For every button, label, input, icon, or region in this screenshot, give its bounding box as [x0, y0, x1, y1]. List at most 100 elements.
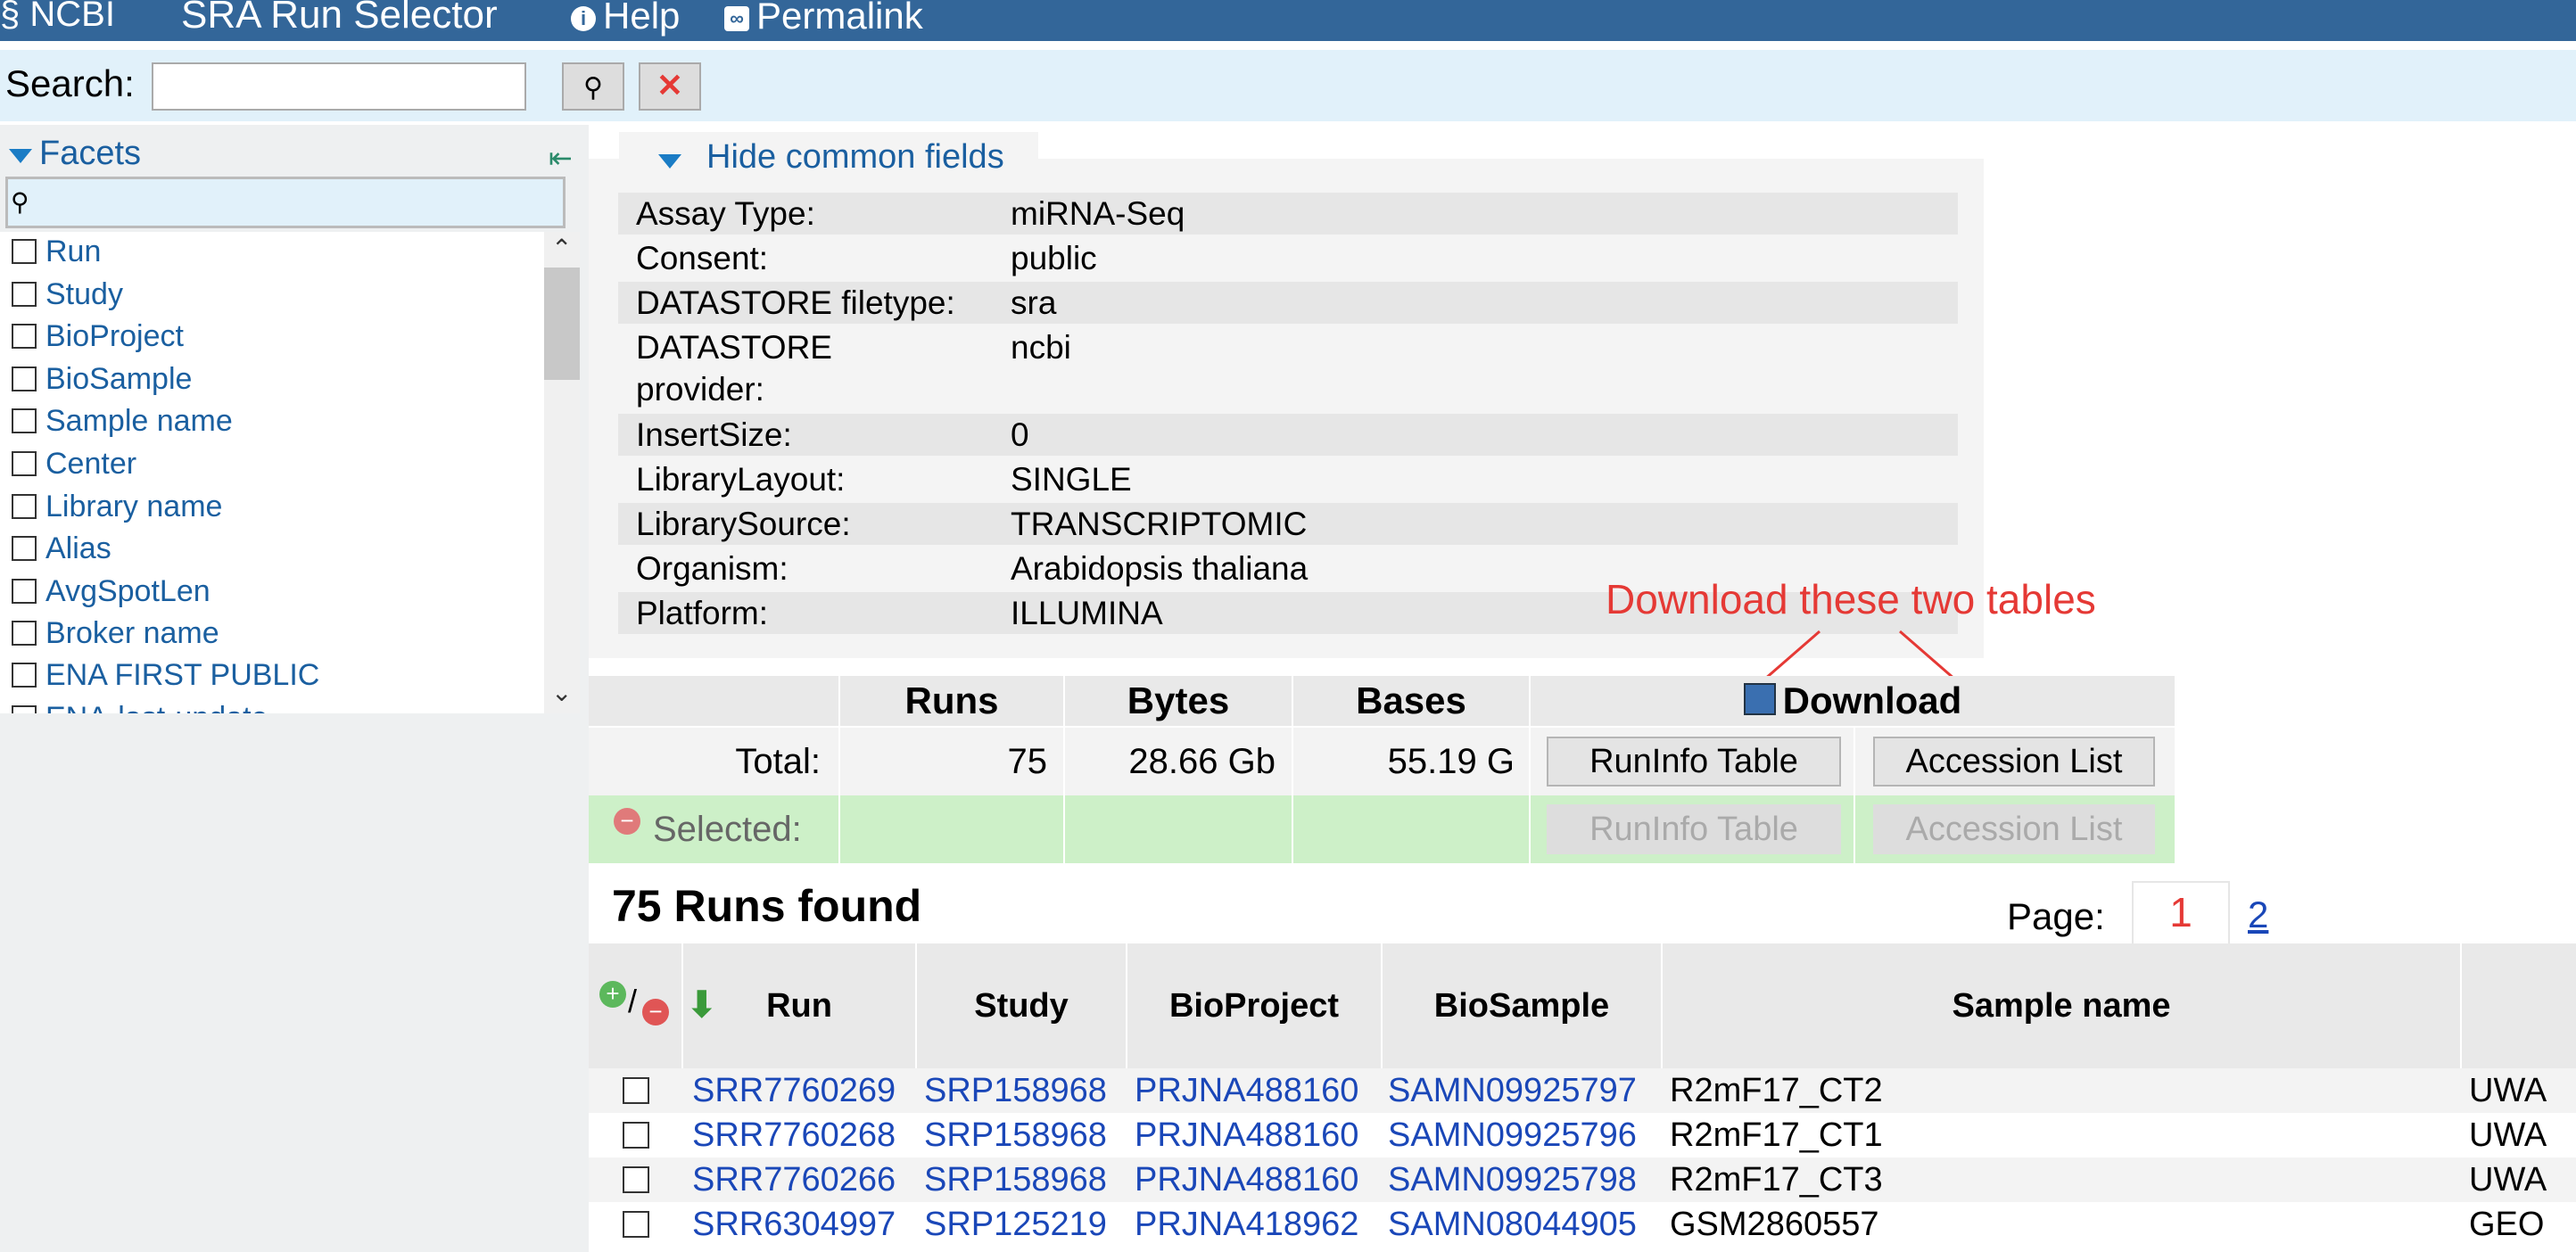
deselect-all-icon[interactable]: − — [642, 999, 669, 1025]
row-checkbox[interactable] — [623, 1122, 649, 1149]
accession-list-button[interactable]: Accession List — [1873, 737, 2155, 787]
facet-checkbox[interactable] — [12, 239, 37, 264]
facet-item-study[interactable]: Study — [0, 275, 535, 317]
total-bytes: 28.66 Gb — [1128, 742, 1276, 781]
search-input[interactable] — [152, 62, 526, 111]
facet-checkbox[interactable] — [12, 579, 37, 604]
info-icon: i — [571, 5, 596, 31]
common-field-row: LibraryLayout: SINGLE — [636, 461, 1132, 498]
facet-checkbox[interactable] — [12, 324, 37, 349]
facet-item-alias[interactable]: Alias — [0, 529, 535, 572]
collapse-facets-icon[interactable]: ⇤ — [549, 141, 573, 175]
row-checkbox[interactable] — [623, 1166, 649, 1193]
table-row[interactable]: SRR6304997 SRP125219 PRJNA418962 SAMN080… — [589, 1202, 2576, 1247]
total-label: Total: — [735, 742, 821, 781]
run-link[interactable]: SRR7760268 — [692, 1113, 896, 1157]
facet-item-broker-name[interactable]: Broker name — [0, 614, 535, 656]
biosample-link[interactable]: SAMN09925797 — [1388, 1068, 1637, 1113]
facet-filter-input[interactable] — [5, 177, 566, 228]
facet-checkbox[interactable] — [12, 536, 37, 561]
runinfo-table-button[interactable]: RunInfo Table — [1547, 737, 1841, 787]
selected-accession-list-button[interactable]: Accession List — [1873, 804, 2155, 854]
common-field-row: Consent: public — [636, 240, 1097, 276]
slash-separator: / — [628, 983, 638, 1019]
run-link[interactable]: SRR7760266 — [692, 1157, 896, 1202]
facet-item-library-name[interactable]: Library name — [0, 487, 535, 530]
sample-name: GSM2860557 — [1670, 1206, 1879, 1243]
column-header-center[interactable] — [2460, 943, 2576, 1068]
study-link[interactable]: SRP158968 — [924, 1068, 1107, 1113]
row-checkbox[interactable] — [623, 1211, 649, 1238]
help-link[interactable]: i Help — [571, 0, 680, 37]
app-title: SRA Run Selector — [181, 0, 498, 37]
biosample-link[interactable]: SAMN09925798 — [1388, 1157, 1637, 1202]
sample-name: R2mF17_CT1 — [1670, 1116, 1883, 1154]
sample-name: R2mF17_CT2 — [1670, 1072, 1883, 1109]
permalink-link[interactable]: ∞ Permalink — [724, 0, 923, 37]
facet-item-run[interactable]: Run — [0, 232, 535, 275]
bioproject-link[interactable]: PRJNA488160 — [1135, 1157, 1358, 1202]
column-header-run[interactable]: Run — [681, 943, 915, 1068]
select-all-icon[interactable]: + — [599, 981, 626, 1008]
study-link[interactable]: SRP158968 — [924, 1113, 1107, 1157]
selected-label: Selected: — [653, 810, 802, 849]
bioproject-link[interactable]: PRJNA418962 — [1135, 1202, 1358, 1247]
page-link-2[interactable]: 2 — [2248, 894, 2268, 936]
common-field-row: LibrarySource: TRANSCRIPTOMIC — [618, 503, 1958, 545]
study-link[interactable]: SRP158968 — [924, 1157, 1107, 1202]
column-header-sample-name[interactable]: Sample name — [1661, 943, 2460, 1068]
facet-scrollbar-thumb[interactable] — [544, 268, 580, 380]
bioproject-link[interactable]: PRJNA488160 — [1135, 1068, 1358, 1113]
total-bases: 55.19 G — [1387, 742, 1515, 781]
facet-checkbox[interactable] — [12, 663, 37, 688]
center-name: GEO — [2469, 1206, 2545, 1243]
bioproject-link[interactable]: PRJNA488160 — [1135, 1113, 1358, 1157]
column-header-study[interactable]: Study — [915, 943, 1126, 1068]
common-field-row: InsertSize: 0 — [618, 414, 1958, 456]
search-button[interactable]: ⚲ — [562, 62, 624, 111]
row-checkbox[interactable] — [623, 1077, 649, 1104]
facet-item-sample-name[interactable]: Sample name — [0, 401, 535, 444]
facet-item-biosample[interactable]: BioSample — [0, 359, 535, 402]
hide-common-fields-link[interactable]: Hide common fields — [706, 138, 1004, 177]
column-header-bioproject[interactable]: BioProject — [1126, 943, 1381, 1068]
page-label: Page: — [2007, 895, 2105, 937]
annotation-text: Download these two tables — [1606, 576, 2096, 622]
clear-search-button[interactable]: ✕ — [639, 62, 701, 111]
facets-title[interactable]: Facets — [39, 135, 141, 173]
facet-item-bioproject[interactable]: BioProject — [0, 317, 535, 359]
center-name: UWA — [2469, 1161, 2547, 1198]
table-row[interactable]: SRR7760268 SRP158968 PRJNA488160 SAMN099… — [589, 1113, 2576, 1157]
run-link[interactable]: SRR6304997 — [692, 1202, 896, 1247]
facet-checkbox[interactable] — [12, 367, 37, 391]
scroll-down-icon[interactable]: ⌄ — [551, 678, 572, 707]
facet-item-ena-first-public[interactable]: ENA FIRST PUBLIC — [0, 655, 535, 698]
facet-item-ena-last-update[interactable]: ENA-last-update — [0, 698, 535, 713]
biosample-link[interactable]: SAMN09925796 — [1388, 1113, 1637, 1157]
selected-runinfo-table-button[interactable]: RunInfo Table — [1547, 804, 1841, 854]
collapse-triangle-icon[interactable] — [9, 149, 32, 163]
biosample-link[interactable]: SAMN08044905 — [1388, 1202, 1637, 1247]
facet-checkbox[interactable] — [12, 451, 37, 476]
runs-header: Runs — [840, 676, 1063, 726]
study-link[interactable]: SRP125219 — [924, 1202, 1107, 1247]
table-row[interactable]: SRR7760269 SRP158968 PRJNA488160 SAMN099… — [589, 1068, 2576, 1113]
facet-checkbox[interactable] — [12, 282, 37, 307]
deselect-icon[interactable]: − — [614, 808, 640, 835]
facet-item-center[interactable]: Center — [0, 444, 535, 487]
facet-checkbox[interactable] — [12, 408, 37, 433]
facet-item-avgspotlen[interactable]: AvgSpotLen — [0, 572, 535, 614]
facet-checkbox[interactable] — [12, 494, 37, 519]
facet-checkbox[interactable] — [12, 621, 37, 646]
save-icon — [1743, 683, 1776, 715]
facet-checkbox[interactable] — [12, 705, 37, 713]
column-header-biosample[interactable]: BioSample — [1381, 943, 1661, 1068]
table-row[interactable]: SRR7760266 SRP158968 PRJNA488160 SAMN099… — [589, 1157, 2576, 1202]
download-header: Download — [1531, 676, 2175, 726]
binoculars-icon: ⚲ — [583, 73, 603, 103]
collapse-triangle-icon[interactable] — [658, 154, 681, 169]
run-link[interactable]: SRR7760269 — [692, 1068, 896, 1113]
scroll-up-icon[interactable]: ⌃ — [551, 234, 572, 263]
ncbi-logo[interactable]: § NCBI — [0, 0, 115, 35]
total-runs: 75 — [1007, 742, 1048, 781]
